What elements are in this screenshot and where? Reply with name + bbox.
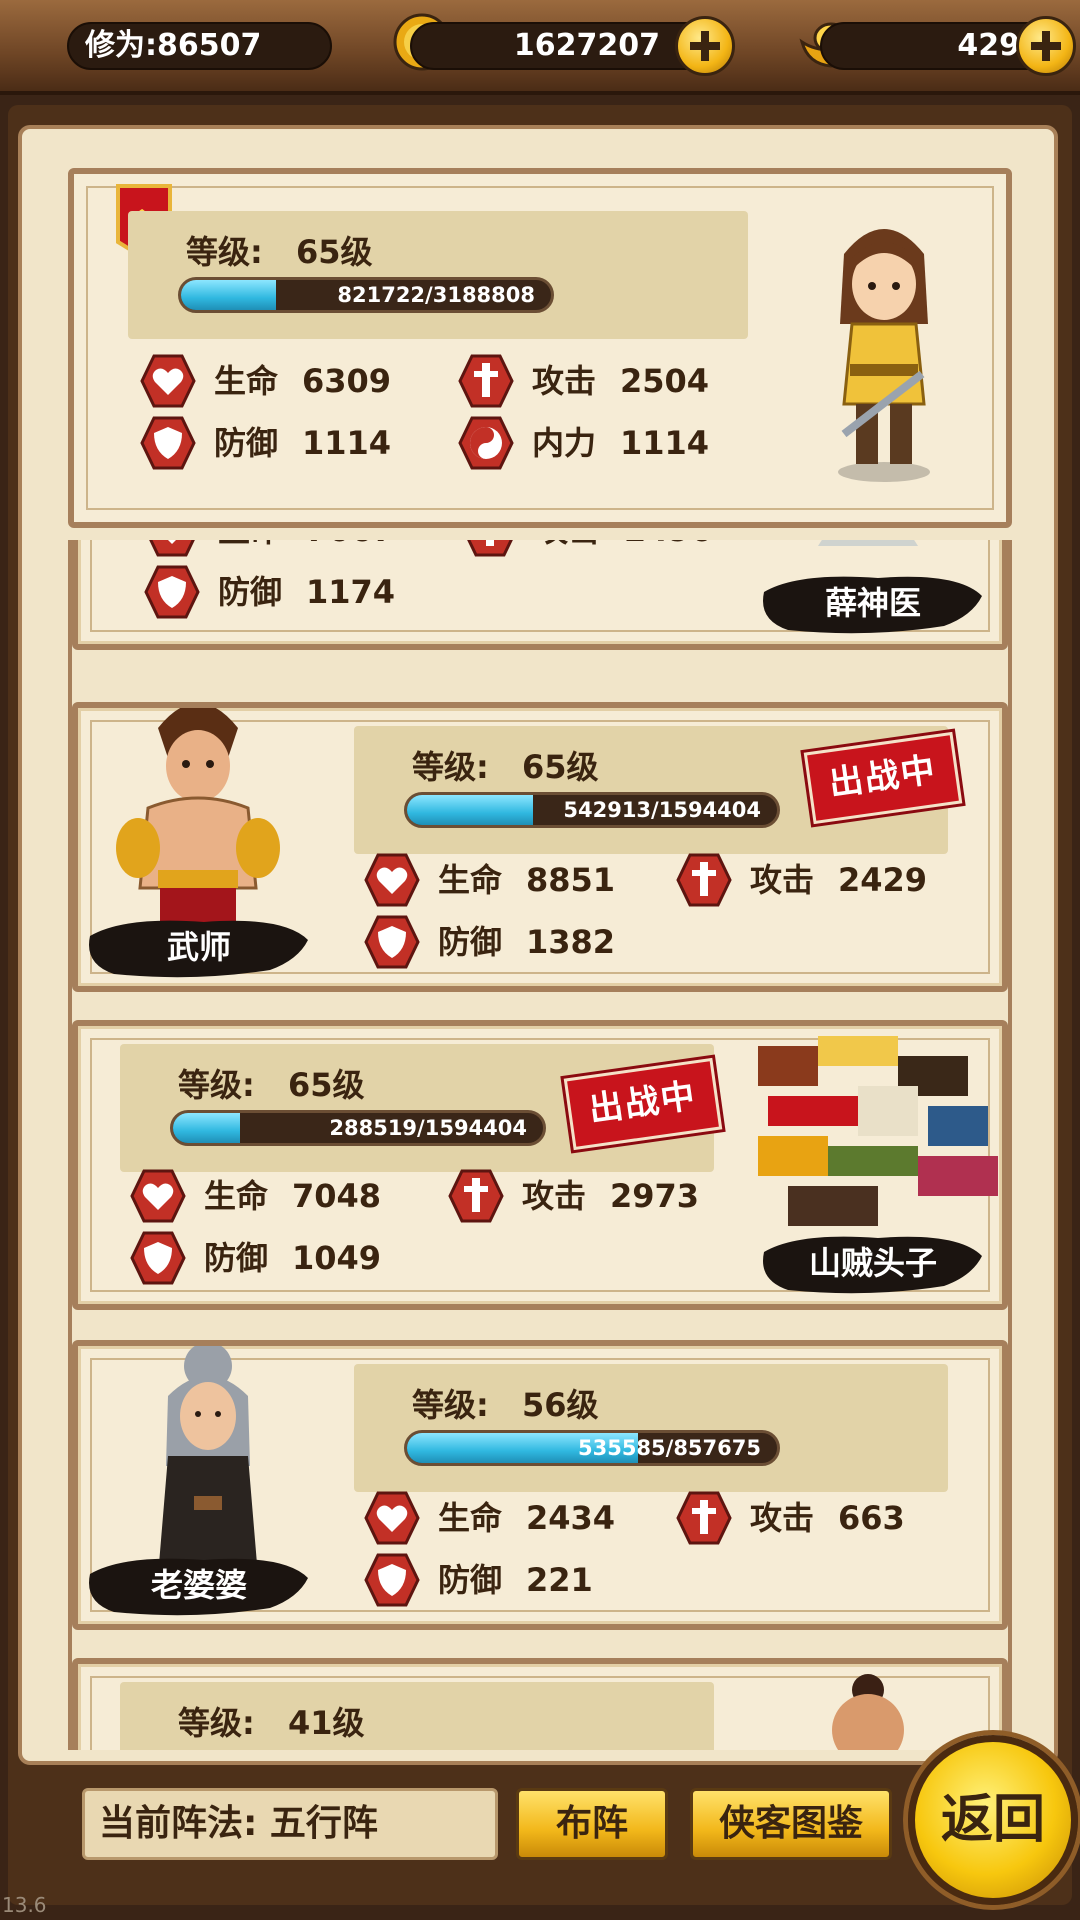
level-box: 等级: 65级 821722/3188808 [128,211,748,339]
exp-text: 288519/1594404 [329,1116,527,1140]
heart-icon [364,1491,420,1545]
heart-icon [364,853,420,907]
hero-name: 山贼头子 [808,1244,937,1282]
heart-icon [140,354,196,408]
add-coins-button[interactable] [675,16,735,76]
exp-bar: 821722/3188808 [178,277,554,313]
heart-icon [130,1169,186,1223]
level-value: 41级 [287,1704,365,1742]
cultivation-display: 修为:86507 [67,22,332,70]
exp-bar: 535585/857675 [404,1430,780,1466]
hero-card-bandit-chief[interactable]: 等级: 65级 288519/1594404 出战中 山贼头子 生命 7048 [72,1020,1008,1310]
hero-name-banner: 山贼头子 [758,1228,988,1298]
sword-icon [676,853,732,907]
hero-card-partial-bottom[interactable]: 等级: 41级 [72,1658,1008,1750]
exp-bar: 288519/1594404 [170,1110,546,1146]
hero-portrait [818,540,918,546]
level-label: 等级: [186,233,263,271]
hero-codex-button[interactable]: 侠客图鉴 [690,1788,892,1860]
hero-name-banner: 武师 [84,912,314,982]
sword-icon [448,1169,504,1223]
hero-portrait [838,229,930,482]
current-formation: 当前阵法: 五行阵 [82,1788,498,1860]
glitched-portrait [758,1036,998,1226]
exp-text: 535585/857675 [577,1436,761,1460]
level-box: 等级: 56级 535585/857675 [354,1364,948,1492]
coin-count: 1627207 [410,22,710,70]
exp-bar: 542913/1594404 [404,792,780,828]
sword-icon [676,1491,732,1545]
level-value: 56级 [521,1386,599,1424]
hero-name-banner: 薛神医 [758,568,988,638]
hero-card-old-woman[interactable]: 老婆婆 等级: 56级 535585/857675 生命 2434 攻击 663… [72,1340,1008,1630]
exp-text: 542913/1594404 [563,798,761,822]
add-gold-button[interactable] [1016,16,1076,76]
hero-list[interactable]: 生命 7067 攻击 2490 防御 1174 薛神医 [68,540,1012,1750]
sword-icon [467,540,513,557]
yin-yang-icon [458,416,514,470]
shield-icon [130,1231,186,1285]
top-resource-bar: 修为:86507 1627207 429 [0,0,1080,95]
hero-name: 薛神医 [824,584,921,622]
shield-icon [144,565,200,619]
level-value: 65级 [521,748,599,786]
back-button[interactable]: 返回 [908,1735,1078,1905]
lineup-button[interactable]: 布阵 [516,1788,668,1860]
heart-icon [149,540,195,557]
level-value: 65级 [287,1066,365,1104]
hero-portrait [116,708,280,928]
hero-portrait [158,1346,258,1576]
level-value: 65级 [295,233,373,271]
fps-counter: 13.6 [2,1893,47,1917]
shield-icon [364,915,420,969]
level-box: 等级: 41级 [120,1682,714,1750]
hero-portrait [832,1674,904,1750]
sword-icon [458,354,514,408]
hero-card-partial[interactable]: 生命 7067 攻击 2490 防御 1174 薛神医 [72,540,1008,650]
hero-name: 武师 [166,928,231,966]
hero-name: 老婆婆 [150,1566,247,1604]
hero-card-wushi[interactable]: 武师 等级: 65级 542913/1594404 出战中 生命 8851 攻击… [72,702,1008,992]
exp-text: 821722/3188808 [337,283,535,307]
shield-icon [364,1553,420,1607]
hero-name-banner: 老婆婆 [84,1550,314,1620]
shield-icon [140,416,196,470]
main-hero-card[interactable]: 主 等级: 65级 821722/3188808 生命 6309 攻击 2504… [68,168,1012,528]
